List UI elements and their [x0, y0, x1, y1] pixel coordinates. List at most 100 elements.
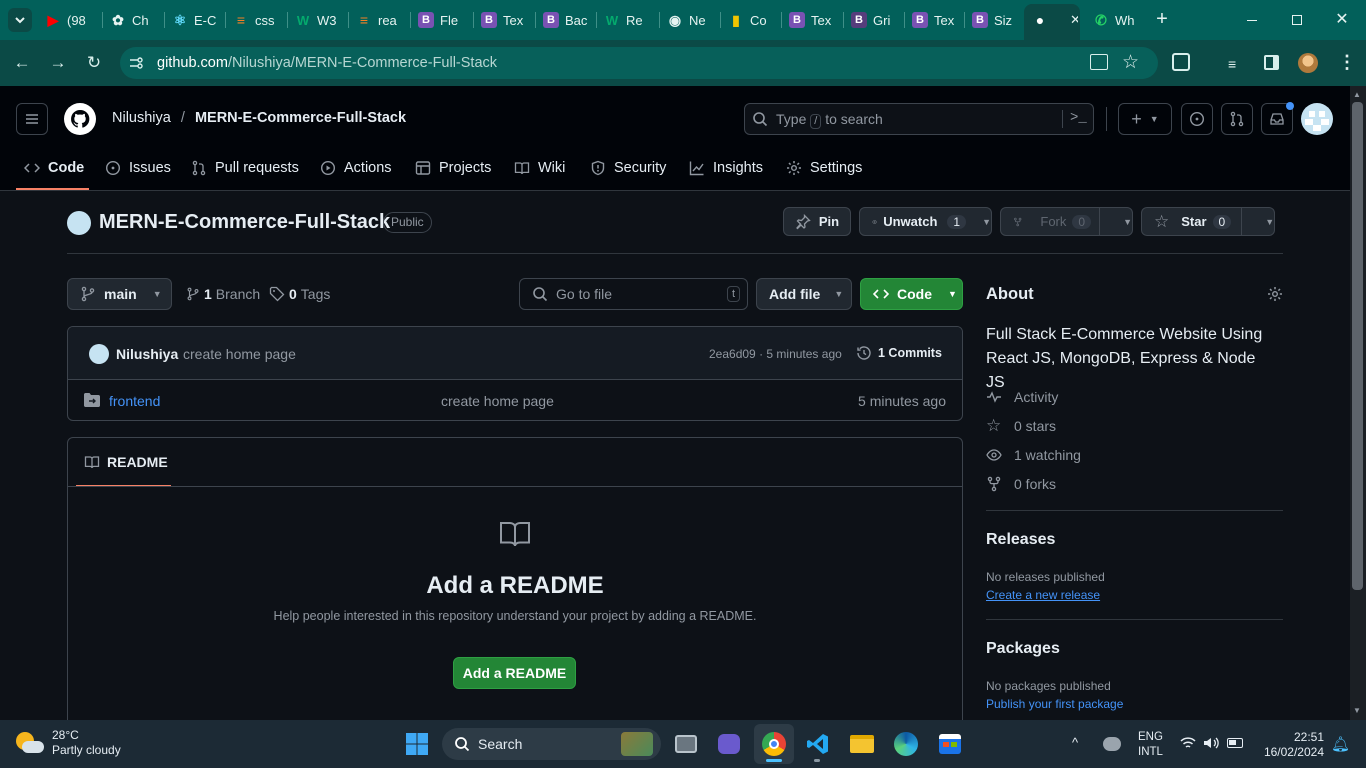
- repo-title[interactable]: MERN-E-Commerce-Full-Stack: [99, 211, 390, 234]
- github-logo-icon[interactable]: [64, 103, 96, 135]
- site-info-icon[interactable]: [128, 55, 144, 71]
- add-readme-button[interactable]: Add a README: [453, 657, 576, 689]
- go-to-file-input[interactable]: Go to file t: [519, 278, 748, 310]
- restore-button[interactable]: [1285, 8, 1309, 32]
- volume-icon[interactable]: [1203, 736, 1219, 750]
- add-file-button[interactable]: Add file ▼: [756, 278, 852, 310]
- browser-tab[interactable]: B Tex: [912, 6, 958, 34]
- tab-wiki[interactable]: Wiki: [514, 150, 565, 186]
- scrollbar-up-arrow[interactable]: ▲: [1353, 90, 1361, 99]
- profile-avatar[interactable]: [1298, 53, 1318, 73]
- start-button[interactable]: [402, 729, 432, 759]
- browser-tab[interactable]: B Tex: [481, 6, 527, 34]
- commits-link[interactable]: 1 Commits: [856, 345, 942, 361]
- browser-tab[interactable]: ⚛ E-C: [172, 6, 218, 34]
- reload-icon[interactable]: ↻: [83, 52, 105, 74]
- file-row[interactable]: frontend create home page 5 minutes ago: [68, 380, 962, 420]
- publish-package-link[interactable]: Publish your first package: [986, 697, 1123, 711]
- clock[interactable]: 22:51 16/02/2024: [1256, 730, 1324, 760]
- about-activity[interactable]: Activity: [986, 389, 1058, 405]
- chrome-taskbar-button[interactable]: [759, 729, 789, 759]
- file-name-link[interactable]: frontend: [109, 393, 160, 409]
- about-stars[interactable]: ☆ 0 stars: [986, 417, 1056, 434]
- about-forks[interactable]: 0 forks: [986, 476, 1056, 492]
- show-hidden-icons[interactable]: ^: [1072, 735, 1078, 750]
- close-tab-icon[interactable]: ✕: [1070, 12, 1078, 28]
- minimize-button[interactable]: [1240, 8, 1264, 32]
- tab-insights[interactable]: Insights: [689, 150, 763, 186]
- about-watching[interactable]: 1 watching: [986, 447, 1081, 463]
- install-app-icon[interactable]: [1090, 54, 1108, 70]
- code-button[interactable]: Code ▼: [860, 278, 963, 310]
- vscode-taskbar-button[interactable]: [803, 729, 833, 759]
- owner-link[interactable]: Nilushiya: [112, 110, 171, 126]
- browser-menu-icon[interactable]: ⋮: [1338, 52, 1356, 73]
- browser-tab[interactable]: ≡ css: [233, 6, 279, 34]
- commit-author[interactable]: Nilushiya: [116, 346, 178, 362]
- star-button[interactable]: ☆ Star 0 ▼: [1141, 207, 1275, 236]
- back-icon[interactable]: ←: [11, 52, 33, 74]
- browser-tab[interactable]: B Bac: [543, 6, 589, 34]
- browser-tab[interactable]: B Fle: [418, 6, 464, 34]
- browser-tab[interactable]: B Tex: [789, 6, 835, 34]
- browser-tab[interactable]: B Gri: [851, 6, 897, 34]
- releases-title[interactable]: Releases: [986, 531, 1055, 549]
- wifi-icon[interactable]: [1180, 736, 1196, 750]
- browser-tab[interactable]: ◉ Ne: [667, 6, 713, 34]
- readme-tab[interactable]: README: [84, 454, 168, 470]
- tab-search-button[interactable]: [8, 8, 32, 32]
- bookmark-star-icon[interactable]: ☆: [1122, 51, 1139, 74]
- tab-projects[interactable]: Projects: [415, 150, 491, 186]
- file-commit-message[interactable]: create home page: [441, 393, 554, 409]
- browser-tab[interactable]: ≡ rea: [356, 6, 402, 34]
- weather-widget[interactable]: 28°C Partly cloudy: [14, 728, 121, 758]
- task-view-button[interactable]: [671, 729, 701, 759]
- browser-tab[interactable]: ▮ Co: [728, 6, 774, 34]
- browser-tab[interactable]: W Re: [604, 6, 650, 34]
- side-panel-icon[interactable]: [1264, 55, 1279, 70]
- browser-tab[interactable]: ▶ (98: [45, 6, 91, 34]
- menu-button[interactable]: [16, 103, 48, 135]
- tab-actions[interactable]: Actions: [320, 150, 392, 186]
- browser-tab[interactable]: B Siz: [972, 6, 1018, 34]
- battery-icon[interactable]: [1227, 738, 1243, 748]
- teams-chat-button[interactable]: [714, 729, 744, 759]
- scrollbar-thumb[interactable]: [1352, 102, 1363, 590]
- extensions-icon[interactable]: [1172, 53, 1190, 71]
- tab-pull-requests[interactable]: Pull requests: [191, 150, 299, 186]
- media-control-icon[interactable]: ≡: [1228, 56, 1236, 72]
- notification-bell-icon[interactable]: 🔔︎: [1331, 735, 1350, 753]
- status-tray-icon[interactable]: [1103, 737, 1121, 751]
- edge-taskbar-button[interactable]: [891, 729, 921, 759]
- forward-icon[interactable]: →: [47, 52, 69, 74]
- user-avatar[interactable]: [1301, 103, 1333, 135]
- store-taskbar-button[interactable]: [935, 729, 965, 759]
- tab-security[interactable]: Security: [590, 150, 666, 186]
- new-tab-button[interactable]: +: [1152, 9, 1172, 30]
- file-explorer-button[interactable]: [847, 729, 877, 759]
- command-palette-icon[interactable]: >_: [1070, 110, 1087, 126]
- tags-link[interactable]: 0 Tags: [269, 286, 330, 302]
- pin-button[interactable]: Pin: [783, 207, 851, 236]
- branch-selector[interactable]: main ▼: [67, 278, 172, 310]
- unwatch-button[interactable]: Unwatch 1 ▼: [859, 207, 992, 236]
- language-indicator[interactable]: ENG INTL: [1138, 730, 1163, 760]
- packages-title[interactable]: Packages: [986, 640, 1060, 658]
- close-window-button[interactable]: ✕: [1330, 8, 1354, 32]
- url-text[interactable]: github.com/Nilushiya/MERN-E-Commerce-Ful…: [157, 55, 497, 71]
- issues-icon-button[interactable]: [1181, 103, 1213, 135]
- commit-author-avatar[interactable]: [89, 344, 109, 364]
- browser-tab[interactable]: W W3: [295, 6, 341, 34]
- branches-link[interactable]: 1 Branch: [186, 286, 260, 302]
- scrollbar-down-arrow[interactable]: ▼: [1353, 706, 1361, 715]
- commit-sha[interactable]: 2ea6d09: [709, 347, 756, 361]
- gear-icon[interactable]: [1267, 286, 1283, 302]
- commit-message[interactable]: create home page: [183, 346, 296, 362]
- repo-link[interactable]: MERN-E-Commerce-Full-Stack: [195, 110, 406, 126]
- create-new-button[interactable]: + ▼: [1118, 103, 1172, 135]
- taskbar-search[interactable]: Search: [442, 728, 661, 760]
- browser-tab[interactable]: ● ✕: [1032, 6, 1078, 34]
- browser-tab[interactable]: ✿ Ch: [110, 6, 156, 34]
- pull-requests-icon-button[interactable]: [1221, 103, 1253, 135]
- create-release-link[interactable]: Create a new release: [986, 588, 1100, 602]
